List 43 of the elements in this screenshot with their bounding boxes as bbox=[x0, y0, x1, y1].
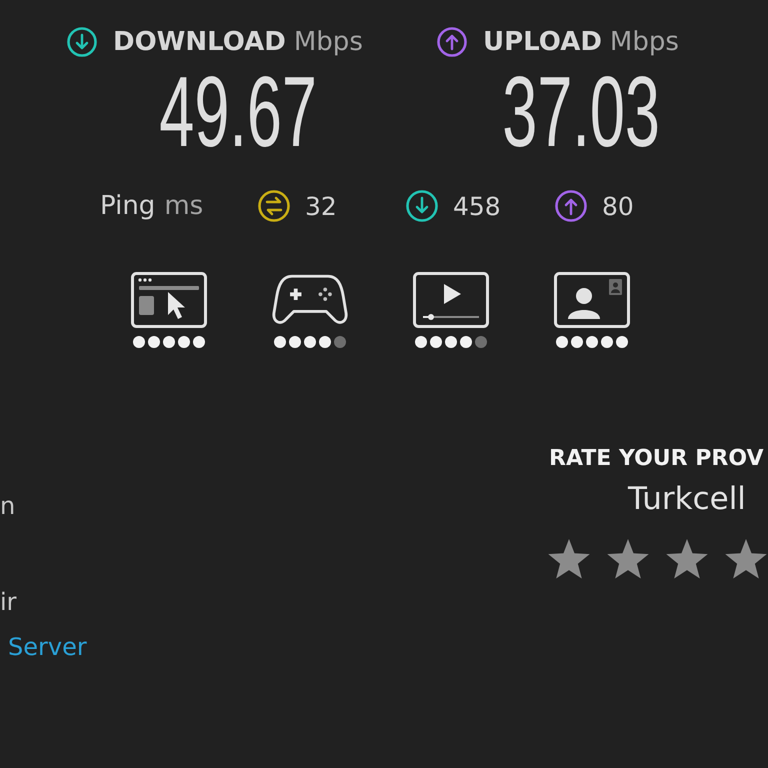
dot-icon bbox=[334, 336, 346, 348]
dot-icon bbox=[556, 336, 568, 348]
ping-value: 458 bbox=[453, 192, 501, 220]
server-detail-text: ir bbox=[0, 587, 17, 617]
swap-arrows-icon bbox=[258, 190, 290, 222]
ping-unit: ms bbox=[164, 191, 204, 221]
dot-icon bbox=[460, 336, 472, 348]
ping-label: Ping bbox=[100, 191, 156, 221]
dot-icon bbox=[288, 336, 300, 348]
dot-icon bbox=[586, 336, 598, 348]
video-call-icon bbox=[554, 272, 630, 328]
star-icon[interactable] bbox=[548, 539, 590, 579]
ping-value: 32 bbox=[305, 192, 337, 220]
dot-icon bbox=[178, 336, 190, 348]
dot-icon bbox=[444, 336, 456, 348]
dot-icon bbox=[600, 336, 612, 348]
dot-icon bbox=[570, 336, 582, 348]
dot-icon bbox=[148, 336, 160, 348]
video-player-icon bbox=[412, 272, 488, 328]
dot-icon bbox=[430, 336, 442, 348]
dot-icon bbox=[304, 336, 316, 348]
dot-icon bbox=[616, 336, 628, 348]
star-icon[interactable] bbox=[725, 539, 767, 579]
dot-icon bbox=[132, 336, 144, 348]
dot-icon bbox=[274, 336, 286, 348]
speed-label: DOWNLOAD bbox=[113, 27, 286, 57]
dot-icon bbox=[474, 336, 486, 348]
speed-value: 49.67 bbox=[159, 62, 317, 162]
star-icon[interactable] bbox=[607, 539, 649, 579]
speed-unit: Mbps bbox=[610, 27, 679, 57]
ping-value: 80 bbox=[602, 192, 634, 220]
dot-icon bbox=[192, 336, 204, 348]
server-detail-text: n bbox=[0, 491, 16, 521]
dot-icon bbox=[162, 336, 174, 348]
dot-icon bbox=[414, 336, 426, 348]
speed-value: 37.03 bbox=[502, 62, 660, 162]
dot-icon bbox=[318, 336, 330, 348]
server-link[interactable]: Server bbox=[8, 632, 87, 662]
star-icon[interactable] bbox=[666, 539, 708, 579]
rate-provider-heading: RATE YOUR PROV bbox=[549, 446, 764, 472]
provider-name: Turkcell bbox=[628, 482, 746, 516]
speed-unit: Mbps bbox=[294, 27, 363, 57]
speed-label: UPLOAD bbox=[483, 27, 602, 57]
